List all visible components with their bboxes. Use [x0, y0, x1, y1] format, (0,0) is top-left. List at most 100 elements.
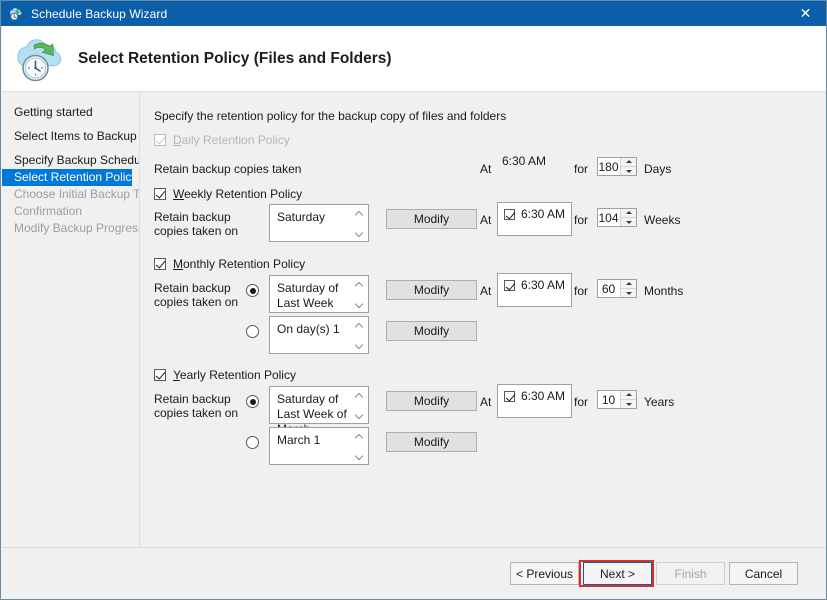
monthly-duration-unit: Months — [644, 284, 684, 298]
monthly-duration-value: 60 — [601, 281, 616, 296]
schedule-backup-wizard-window: Schedule Backup Wizard ✕ Select Retentio… — [0, 0, 827, 600]
monthly-option2-radio[interactable] — [246, 325, 259, 338]
yearly-retain-label: Retain backup copies taken on — [154, 392, 238, 420]
stepper-up-icon[interactable] — [621, 158, 636, 166]
sidebar-item-modify-backup-progress[interactable]: Modify Backup Progress — [2, 220, 139, 237]
sidebar-item-confirmation[interactable]: Confirmation — [2, 203, 139, 220]
yearly-option2-radio[interactable] — [246, 436, 259, 449]
weekly-at-label: At — [480, 213, 492, 227]
cancel-button[interactable]: Cancel — [729, 562, 798, 585]
stepper-down-icon[interactable] — [621, 399, 636, 408]
monthly-option2-scrollbar[interactable] — [351, 318, 367, 352]
monthly-option1-modify-button[interactable]: Modify — [386, 280, 477, 300]
daily-stepper-arrows[interactable] — [620, 158, 636, 175]
sidebar-item-getting-started[interactable]: Getting started — [2, 104, 139, 121]
chevron-up-icon[interactable] — [356, 280, 363, 287]
chevron-up-icon[interactable] — [356, 391, 363, 398]
sidebar-item-choose-initial-backup[interactable]: Choose Initial Backup T... — [2, 186, 139, 203]
stepper-up-icon[interactable] — [621, 209, 636, 217]
yearly-time-listbox[interactable]: 6:30 AM — [497, 384, 572, 418]
monthly-retain-line1: Retain backup — [154, 281, 231, 295]
yearly-option1-radio[interactable] — [246, 395, 259, 408]
weekly-checkbox-box[interactable] — [154, 188, 166, 200]
yearly-option1-listbox[interactable]: Saturday of Last Week of March — [269, 386, 369, 436]
yearly-retention-policy-checkbox[interactable]: Yearly Retention Policy — [154, 368, 296, 382]
weekly-duration-value: 104 — [598, 210, 619, 225]
yearly-for-label: for — [574, 395, 589, 409]
monthly-time-checkbox[interactable] — [504, 279, 515, 291]
chevron-up-icon[interactable] — [356, 432, 363, 439]
weekly-stepper-arrows[interactable] — [620, 209, 636, 226]
yearly-option1-scrollbar[interactable] — [351, 388, 367, 422]
stepper-up-icon[interactable] — [621, 391, 636, 399]
finish-button: Finish — [656, 562, 725, 585]
daily-label-rest: aily Retention Policy — [181, 133, 290, 147]
monthly-retention-policy-checkbox[interactable]: Monthly Retention Policy — [154, 257, 305, 271]
previous-button[interactable]: < Previous — [510, 562, 579, 585]
monthly-option2-value: On day(s) 1 — [277, 322, 340, 336]
weekly-retain-line1: Retain backup — [154, 210, 231, 224]
weekly-day-listbox[interactable]: Saturday — [269, 204, 369, 242]
monthly-checkbox-box[interactable] — [154, 258, 166, 270]
monthly-option1-radio[interactable] — [246, 284, 259, 297]
yearly-option1-modify-button[interactable]: Modify — [386, 391, 477, 411]
retention-policy-panel: Specify the retention policy for the bac… — [140, 92, 826, 547]
yearly-stepper-arrows[interactable] — [620, 391, 636, 408]
daily-retention-policy-checkbox: Daily Retention Policy — [154, 133, 290, 147]
chevron-down-icon[interactable] — [356, 412, 363, 419]
weekly-duration-stepper[interactable]: 104 — [597, 208, 637, 227]
yearly-option2-listbox[interactable]: March 1 — [269, 427, 369, 465]
stepper-up-icon[interactable] — [621, 280, 636, 288]
daily-for-label: for — [574, 162, 589, 176]
page-title: Select Retention Policy (Files and Folde… — [78, 49, 392, 67]
weekly-listbox-scrollbar[interactable] — [351, 206, 367, 240]
weekly-time-value: 6:30 AM — [521, 207, 566, 221]
sidebar-item-select-retention-policy[interactable]: Select Retention Policy ... — [2, 169, 132, 186]
close-icon[interactable]: ✕ — [783, 1, 826, 26]
weekly-retain-label: Retain backup copies taken on — [154, 210, 238, 238]
daily-duration-stepper[interactable]: 180 — [597, 157, 637, 176]
daily-retain-label: Retain backup copies taken — [154, 162, 302, 176]
yearly-checkbox-box[interactable] — [154, 369, 166, 381]
monthly-time-listbox[interactable]: 6:30 AM — [497, 273, 572, 307]
sidebar-item-select-items[interactable]: Select Items to Backup — [2, 128, 139, 145]
daily-at-label: At — [480, 162, 492, 176]
weekly-time-listbox[interactable]: 6:30 AM — [497, 202, 572, 236]
weekly-modify-button[interactable]: Modify — [386, 209, 477, 229]
daily-duration-value: 180 — [598, 159, 619, 174]
chevron-down-icon[interactable] — [356, 453, 363, 460]
yearly-duration-stepper[interactable]: 10 — [597, 390, 637, 409]
monthly-option1-listbox[interactable]: Saturday of Last Week — [269, 275, 369, 313]
chevron-down-icon[interactable] — [356, 230, 363, 237]
yearly-option2-modify-button[interactable]: Modify — [386, 432, 477, 452]
monthly-at-label: At — [480, 284, 492, 298]
chevron-up-icon[interactable] — [356, 321, 363, 328]
weekly-time-checkbox[interactable] — [504, 208, 515, 220]
monthly-time-item[interactable]: 6:30 AM — [504, 278, 565, 292]
yearly-option2-value: March 1 — [277, 433, 321, 447]
stepper-down-icon[interactable] — [621, 288, 636, 297]
yearly-time-value: 6:30 AM — [521, 389, 566, 403]
monthly-checkbox-label: Monthly Retention Policy — [173, 257, 306, 271]
weekly-retention-policy-checkbox[interactable]: Weekly Retention Policy — [154, 187, 302, 201]
yearly-retain-line1: Retain backup — [154, 392, 231, 406]
title-bar: Schedule Backup Wizard ✕ — [1, 1, 826, 26]
sidebar-item-specify-schedule[interactable]: Specify Backup Schedu... — [2, 152, 139, 169]
stepper-down-icon[interactable] — [621, 217, 636, 226]
monthly-option2-listbox[interactable]: On day(s) 1 — [269, 316, 369, 354]
weekly-time-item[interactable]: 6:30 AM — [504, 207, 565, 221]
yearly-time-item[interactable]: 6:30 AM — [504, 389, 565, 403]
monthly-duration-stepper[interactable]: 60 — [597, 279, 637, 298]
yearly-time-checkbox[interactable] — [504, 390, 515, 402]
chevron-up-icon[interactable] — [356, 209, 363, 216]
stepper-down-icon[interactable] — [621, 166, 636, 175]
monthly-stepper-arrows[interactable] — [620, 280, 636, 297]
monthly-option1-scrollbar[interactable] — [351, 277, 367, 311]
yearly-checkbox-label: Yearly Retention Policy — [173, 368, 296, 382]
chevron-down-icon[interactable] — [356, 301, 363, 308]
yearly-option2-scrollbar[interactable] — [351, 429, 367, 463]
yearly-label-rest: early Retention Policy — [179, 368, 296, 382]
chevron-down-icon[interactable] — [356, 342, 363, 349]
next-button[interactable]: Next > — [583, 562, 652, 585]
monthly-option2-modify-button[interactable]: Modify — [386, 321, 477, 341]
